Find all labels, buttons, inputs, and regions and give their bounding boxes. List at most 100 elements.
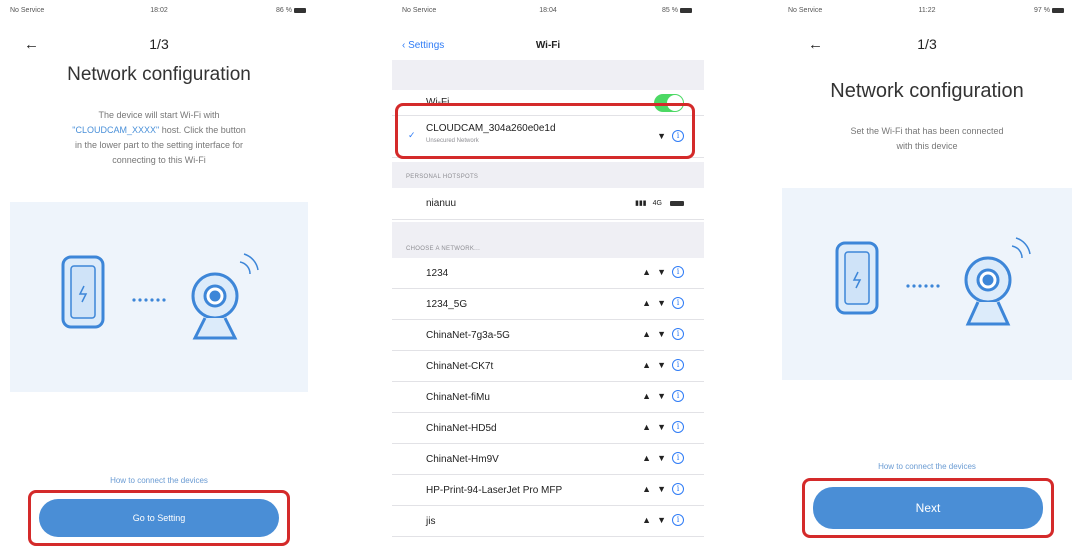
network-name: ChinaNet-fiMu [426, 392, 490, 403]
hotspot-icons: ▮▮▮ 4G [635, 199, 684, 207]
hotspot-row[interactable]: nianuu ▮▮▮ 4G [392, 188, 704, 220]
highlight-frame: Go to Setting [28, 490, 290, 546]
lock-icon: ▲ [642, 391, 652, 401]
network-icons: ▲ ▼ i [642, 514, 684, 526]
phone-icon [61, 255, 105, 329]
personal-hotspots-header: PERSONAL HOTSPOTS [406, 174, 479, 180]
choose-network-header: CHOOSE A NETWORK... [406, 246, 481, 252]
step-indicator: 1/3 [149, 36, 169, 52]
step-indicator: 1/3 [917, 36, 937, 52]
battery-indicator: 97 % [1034, 7, 1064, 14]
screen-network-config-connected: No Service 11:22 97 % ← 1/3 Network conf… [778, 0, 1076, 548]
info-icon[interactable]: i [672, 266, 684, 278]
description-line: The device will start Wi-Fi with [98, 110, 220, 120]
info-icon[interactable]: i [672, 452, 684, 464]
next-button[interactable]: Next [813, 487, 1043, 529]
battery-icon [670, 200, 684, 206]
network-icons: ▲ ▼ i [642, 483, 684, 495]
description-line: with this device [896, 141, 958, 151]
help-link[interactable]: How to connect the devices [778, 462, 1076, 471]
page-title: Network configuration [830, 80, 1024, 102]
lock-icon: ▲ [642, 484, 652, 494]
highlight-frame: Next [802, 478, 1054, 538]
wifi-icon: ▼ [657, 422, 666, 432]
highlight-frame [395, 103, 695, 159]
description-line: connecting to this Wi-Fi [112, 155, 206, 165]
section-header-band: PERSONAL HOTSPOTS [392, 162, 704, 188]
info-icon[interactable]: i [672, 421, 684, 433]
network-icons: ▲ ▼ i [642, 390, 684, 402]
info-icon[interactable]: i [672, 359, 684, 371]
wifi-icon: ▼ [657, 484, 666, 494]
phone-icon [835, 241, 879, 315]
section-header-band: CHOOSE A NETWORK... [392, 222, 704, 258]
network-row[interactable]: ChinaNet-CK7t ▲ ▼ i [392, 351, 704, 382]
battery-icon [294, 7, 306, 13]
camera-icon [191, 253, 259, 340]
lock-icon: ▲ [642, 360, 652, 370]
status-time: 18:04 [539, 7, 557, 14]
description: Set the Wi-Fi that has been connected wi… [778, 124, 1076, 154]
navigation-bar: ‹ Settings Wi-Fi [392, 34, 704, 60]
info-icon[interactable]: i [672, 297, 684, 309]
network-row[interactable]: ChinaNet-fiMu ▲ ▼ i [392, 382, 704, 413]
hotspot-name: nianuu [426, 198, 457, 209]
network-row[interactable]: ChinaNet-Hm9V ▲ ▼ i [392, 444, 704, 475]
section-spacer [392, 60, 704, 90]
network-type-label: 4G [652, 199, 662, 207]
network-icons: ▲ ▼ i [642, 266, 684, 278]
description-line: "CLOUDCAM_XXXX" host. Click the button [72, 125, 246, 135]
go-to-setting-button[interactable]: Go to Setting [39, 499, 279, 537]
network-row[interactable]: ChinaNet-7g3a-5G ▲ ▼ i [392, 320, 704, 351]
phone-camera-illustration [835, 237, 1031, 326]
network-name: 1234 [426, 268, 449, 279]
info-icon[interactable]: i [672, 514, 684, 526]
lock-icon: ▲ [642, 515, 652, 525]
status-bar: No Service 18:04 85 % [392, 4, 704, 18]
wifi-icon: ▼ [657, 267, 666, 277]
network-name: ChinaNet-HD5d [426, 423, 497, 434]
description: The device will start Wi-Fi with "CLOUDC… [0, 108, 318, 168]
wifi-icon: ▼ [657, 391, 666, 401]
wifi-icon: ▼ [657, 298, 666, 308]
dots-icon [132, 298, 166, 302]
status-bar: No Service 11:22 97 % [778, 4, 1076, 18]
info-icon[interactable]: i [672, 483, 684, 495]
carrier-label: No Service [788, 7, 823, 14]
battery-icon [680, 7, 692, 13]
network-row[interactable]: ChinaNet-HD5d ▲ ▼ i [392, 413, 704, 444]
network-name: 1234_5G [426, 299, 468, 310]
network-name: ChinaNet-Hm9V [426, 454, 499, 465]
wifi-icon: ▼ [657, 453, 666, 463]
network-row[interactable]: jis ▲ ▼ i [392, 506, 704, 537]
wifi-icon: ▼ [657, 360, 666, 370]
info-icon[interactable]: i [672, 328, 684, 340]
network-row[interactable]: HP-Print-94-LaserJet Pro MFP ▲ ▼ i [392, 475, 704, 506]
lock-icon: ▲ [642, 298, 652, 308]
camera-icon [964, 237, 1031, 326]
network-row[interactable]: 1234 ▲ ▼ i [392, 258, 704, 289]
network-icons: ▲ ▼ i [642, 297, 684, 309]
page-title: Network configuration [67, 64, 251, 85]
help-link[interactable]: How to connect the devices [0, 476, 318, 485]
info-icon[interactable]: i [672, 390, 684, 402]
network-name: ChinaNet-CK7t [426, 361, 494, 372]
wifi-icon: ▼ [657, 329, 666, 339]
network-icons: ▲ ▼ i [642, 421, 684, 433]
connection-illustration [10, 202, 308, 392]
network-name: ChinaNet-7g3a-5G [426, 330, 510, 341]
description-line: Set the Wi-Fi that has been connected [850, 126, 1004, 136]
carrier-label: No Service [10, 7, 45, 14]
battery-icon [1052, 7, 1064, 13]
signal-icon: ▮▮▮ [635, 200, 647, 207]
description-line: in the lower part to the setting interfa… [74, 140, 244, 150]
status-time: 11:22 [918, 7, 936, 14]
screen-network-config-intro: No Service 18:02 86 % ← 1/3 Network conf… [0, 0, 318, 548]
network-icons: ▲ ▼ i [642, 328, 684, 340]
wifi-icon: ▼ [657, 515, 666, 525]
network-row[interactable]: 1234_5G ▲ ▼ i [392, 289, 704, 320]
status-bar: No Service 18:02 86 % [0, 4, 318, 18]
screenshot-collage: No Service 18:02 86 % ← 1/3 Network conf… [0, 0, 1076, 548]
nav-title: Wi-Fi [535, 40, 561, 51]
battery-indicator: 85 % [662, 7, 692, 14]
